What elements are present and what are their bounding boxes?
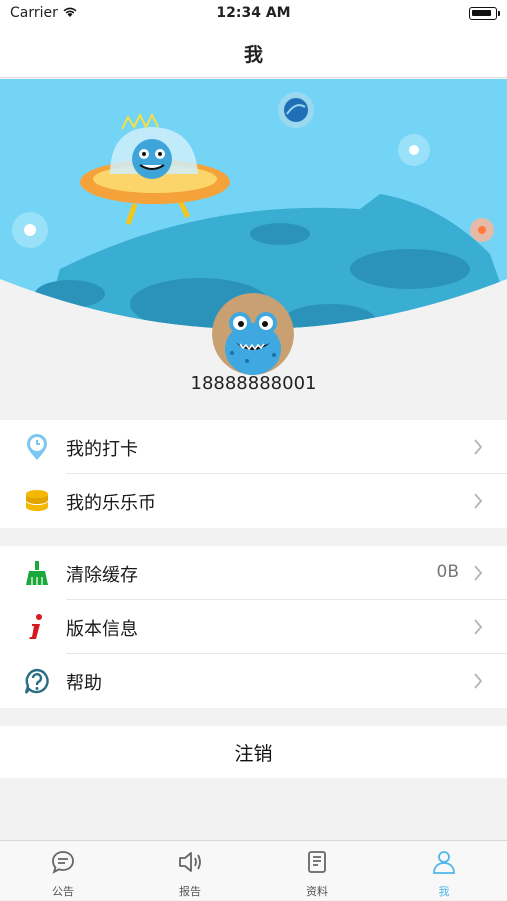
chat-bubble-icon <box>52 851 74 874</box>
speaker-icon <box>179 852 201 872</box>
tab-announcements[interactable]: 公告 <box>0 841 126 901</box>
battery-icon <box>469 7 500 20</box>
menu-item-label: 我的乐乐币 <box>66 493 156 514</box>
chevron-right-icon <box>474 493 483 509</box>
info-icon <box>29 614 42 639</box>
coin-stack-icon <box>26 490 48 511</box>
document-icon <box>308 851 326 873</box>
tab-label: 公告 <box>52 885 74 898</box>
clock: 12:34 AM <box>216 5 291 21</box>
status-bar: Carrier 12:34 AM <box>0 0 507 28</box>
broom-icon <box>26 561 48 585</box>
menu-item-clear-cache[interactable]: 清除缓存 0B <box>0 546 507 600</box>
tab-label: 资料 <box>306 885 328 898</box>
monster-avatar-icon <box>212 293 294 375</box>
menu-group-settings: 清除缓存 0B 版本信息 帮助 <box>0 546 507 708</box>
clock-pin-icon <box>27 434 47 460</box>
menu-item-label: 帮助 <box>66 673 102 694</box>
chevron-right-icon <box>474 439 483 455</box>
tab-materials[interactable]: 资料 <box>254 841 380 901</box>
menu-item-my-coins[interactable]: 我的乐乐币 <box>0 474 507 528</box>
tab-label: 报告 <box>179 885 201 898</box>
page-title: 我 <box>243 44 263 66</box>
chevron-right-icon <box>474 673 483 689</box>
logout-button[interactable]: 注销 <box>0 726 507 778</box>
cache-size-value: 0B <box>436 562 459 582</box>
tab-me[interactable]: 我 <box>381 841 507 901</box>
menu-group-primary: 我的打卡 我的乐乐币 <box>0 420 507 528</box>
avatar[interactable] <box>212 293 294 375</box>
navigation-bar: 我 <box>0 28 507 78</box>
menu-item-my-checkin[interactable]: 我的打卡 <box>0 420 507 474</box>
logout-label: 注销 <box>234 743 273 765</box>
help-icon <box>24 668 49 694</box>
menu-item-label: 我的打卡 <box>66 439 138 460</box>
menu-item-version-info[interactable]: 版本信息 <box>0 600 507 654</box>
menu-item-help[interactable]: 帮助 <box>0 654 507 708</box>
menu-item-label: 版本信息 <box>66 619 138 640</box>
chevron-right-icon <box>474 619 483 635</box>
chevron-right-icon <box>474 565 483 581</box>
tab-reports[interactable]: 报告 <box>127 841 253 901</box>
tab-label: 我 <box>438 885 450 898</box>
user-phone-number: 18888888001 <box>190 373 317 394</box>
person-icon <box>433 851 455 874</box>
tab-bar: 公告 报告 资料 我 <box>0 840 507 900</box>
menu-item-label: 清除缓存 <box>66 565 138 586</box>
